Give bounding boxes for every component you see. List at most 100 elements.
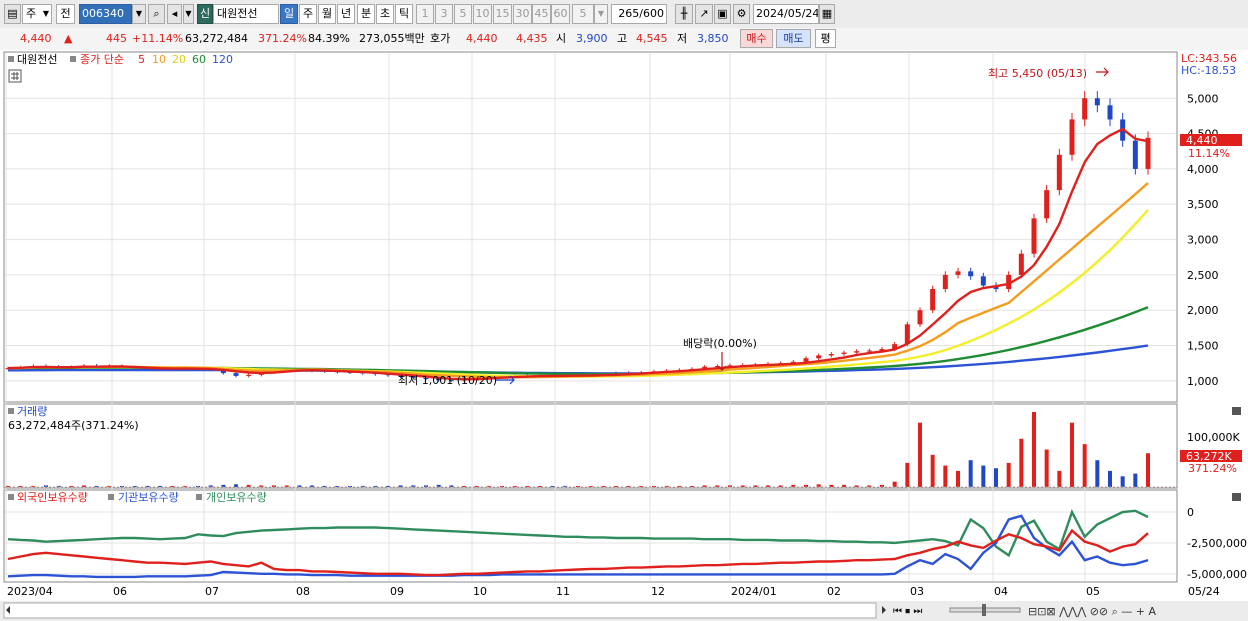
volume-bar bbox=[1146, 453, 1150, 487]
candle-body bbox=[968, 271, 974, 277]
gear-icon[interactable]: ⚙ bbox=[733, 4, 750, 24]
tab-year[interactable]: 년 bbox=[337, 4, 355, 24]
legend-ma60: 60 bbox=[192, 53, 206, 66]
stock-name-field[interactable]: 대원전선 bbox=[213, 4, 279, 24]
tab-second[interactable]: 초 bbox=[376, 4, 394, 24]
legend-ma5: 5 bbox=[138, 53, 145, 66]
holdings-y-tick-label: -5,000,000 bbox=[1187, 568, 1247, 581]
legend-close-label: 종가 단순 bbox=[80, 53, 124, 66]
chevron-down-icon[interactable]: ▼ bbox=[132, 4, 146, 24]
volume-ratio: 371.24% bbox=[258, 32, 307, 45]
price-y-tick-label: 2,500 bbox=[1187, 269, 1219, 282]
price-change: 445 bbox=[106, 32, 127, 45]
holdings-panel-close-icon[interactable] bbox=[1232, 493, 1241, 501]
chevron-down-icon[interactable]: ▼ bbox=[183, 4, 194, 24]
volume-bar bbox=[1095, 460, 1100, 487]
sell-button[interactable]: 매도 bbox=[776, 29, 811, 48]
price-y-tick-label: 1,000 bbox=[1187, 375, 1219, 388]
chart-tools-icon[interactable]: ⊟⊡⊠ ⋀⋀⋀ ⊘⊘ ⌕ — + A bbox=[1028, 605, 1157, 618]
search-icon[interactable]: ⌕ bbox=[148, 4, 165, 24]
volume-panel bbox=[3, 403, 1178, 489]
ask-label: 호가 bbox=[430, 32, 451, 45]
volume-bar bbox=[1120, 476, 1125, 487]
save-icon[interactable]: ▣ bbox=[714, 4, 731, 24]
candle-icon[interactable]: ╫ bbox=[675, 4, 693, 24]
volume-bar bbox=[1032, 412, 1036, 487]
playback-controls-icon[interactable]: ⏮ ⏹ ⏭ bbox=[893, 606, 922, 617]
interval-15[interactable]: 15 bbox=[493, 4, 512, 24]
x-tick-label: 05 bbox=[1086, 585, 1100, 598]
legend-foreign: 외국인보유수량 bbox=[17, 491, 88, 504]
volume-bar bbox=[1019, 438, 1024, 487]
date-input[interactable]: 2024/05/24 bbox=[753, 4, 819, 24]
tab-day[interactable]: 일 bbox=[280, 4, 298, 24]
price-y-tick-label: 5,000 bbox=[1187, 92, 1219, 105]
interval-45[interactable]: 45 bbox=[532, 4, 551, 24]
scrollbar-track[interactable] bbox=[3, 602, 877, 619]
window-menu-icon[interactable]: ▤ bbox=[4, 4, 21, 24]
x-tick-label: 12 bbox=[651, 585, 665, 598]
volume-bar bbox=[968, 460, 973, 487]
chevron-down-icon[interactable]: ▼ bbox=[594, 4, 608, 24]
annotation-dividend: 배당락(0.00%) bbox=[683, 337, 757, 350]
volume-bar bbox=[905, 462, 910, 487]
interval-1[interactable]: 1 bbox=[416, 4, 434, 24]
price-panel bbox=[3, 51, 1178, 403]
tab-week[interactable]: 주 bbox=[299, 4, 317, 24]
stock-code-input[interactable]: 006340 bbox=[79, 4, 132, 24]
low-price: 3,850 bbox=[697, 32, 729, 45]
candle-body bbox=[1107, 105, 1113, 120]
volume-bar bbox=[994, 468, 998, 487]
open-price: 3,900 bbox=[576, 32, 608, 45]
eval-button[interactable]: 평 bbox=[815, 29, 836, 48]
candle-body bbox=[803, 358, 809, 362]
count-field[interactable]: 265/600 bbox=[611, 4, 667, 24]
x-tick-label: 07 bbox=[205, 585, 219, 598]
interval-3[interactable]: 3 bbox=[435, 4, 453, 24]
legend-marker bbox=[8, 408, 14, 414]
speaker-icon[interactable]: ◂ bbox=[167, 4, 182, 24]
price-tag-pct: 11.14% bbox=[1188, 147, 1230, 160]
tab-tick[interactable]: 틱 bbox=[395, 4, 413, 24]
tab-minute[interactable]: 분 bbox=[357, 4, 375, 24]
x-tick-label: 05/24 bbox=[1188, 585, 1220, 598]
interval-60[interactable]: 60 bbox=[551, 4, 570, 24]
high-price: 4,545 bbox=[636, 32, 668, 45]
candle-body bbox=[1044, 190, 1050, 219]
interval-10[interactable]: 10 bbox=[473, 4, 492, 24]
interval-input[interactable]: 5 bbox=[572, 4, 594, 24]
period-select[interactable]: 주 ▼ bbox=[22, 4, 52, 24]
x-tick-label: 02 bbox=[827, 585, 841, 598]
candle-body bbox=[841, 352, 847, 355]
calendar-icon[interactable]: ▦ bbox=[819, 4, 835, 24]
candle-body bbox=[1018, 253, 1024, 275]
volume-chart-title: 거래량 bbox=[17, 405, 47, 418]
tab-month[interactable]: 월 bbox=[318, 4, 336, 24]
price-y-tick-label: 1,500 bbox=[1187, 340, 1219, 353]
x-tick-label: 11 bbox=[556, 585, 570, 598]
trade-amount: 273,055백만 bbox=[359, 32, 425, 45]
volume-panel-close-icon[interactable] bbox=[1232, 407, 1241, 415]
grid-toggle-icon[interactable] bbox=[8, 69, 22, 83]
interval-5[interactable]: 5 bbox=[454, 4, 472, 24]
candle-body bbox=[980, 276, 986, 286]
legend-individual: 개인보유수량 bbox=[206, 491, 267, 504]
volume-bar bbox=[981, 465, 986, 487]
volume-y-tick: 100,000K bbox=[1187, 431, 1240, 444]
buy-button[interactable]: 매수 bbox=[740, 29, 773, 48]
x-tick-label: 03 bbox=[910, 585, 924, 598]
legend-marker bbox=[108, 494, 114, 500]
x-tick-label: 09 bbox=[390, 585, 404, 598]
holdings-y-tick-label: -2,500,000 bbox=[1187, 537, 1247, 550]
interval-30[interactable]: 30 bbox=[513, 4, 532, 24]
chevron-down-icon: ▼ bbox=[42, 9, 49, 18]
current-price: 4,440 bbox=[20, 32, 52, 45]
candle-body bbox=[904, 324, 910, 345]
volume-bar bbox=[1070, 422, 1074, 487]
prev-button[interactable]: 전 bbox=[56, 4, 75, 24]
count-value: 265 bbox=[618, 7, 640, 20]
zoom-slider-thumb[interactable] bbox=[982, 604, 986, 616]
legend-ma120: 120 bbox=[212, 53, 233, 66]
draw-tool-icon[interactable]: ↗ bbox=[695, 4, 713, 24]
legend-marker bbox=[70, 56, 76, 62]
